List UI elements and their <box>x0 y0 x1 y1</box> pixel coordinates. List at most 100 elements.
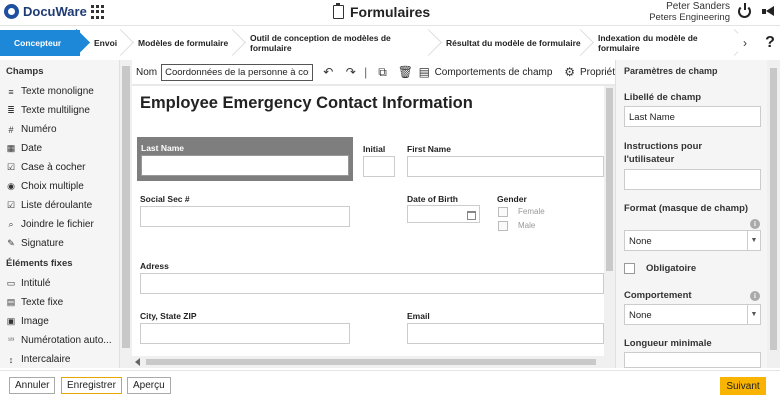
field-label-input[interactable]: Last Name <box>624 106 761 127</box>
fields-item-label: Signature <box>21 238 64 249</box>
scroll-left-icon[interactable] <box>135 358 140 366</box>
text-multi-icon: ≣ <box>7 105 15 115</box>
calendar-icon: ▦ <box>6 143 16 153</box>
properties-button[interactable]: Propriét <box>580 67 615 78</box>
canvas-vertical-scrollbar[interactable] <box>604 86 615 356</box>
fields-item[interactable]: ⌕ Joindre le fichier <box>0 215 119 234</box>
behavior-select[interactable]: None ▼ <box>624 304 761 325</box>
number-icon: # <box>8 124 14 135</box>
step-modeles-formulaire[interactable]: Modèles de formulaire <box>124 30 236 56</box>
fixed-item[interactable]: ▤ Texte fixe <box>0 293 119 312</box>
cancel-button[interactable]: Annuler <box>9 377 56 394</box>
copy-icon[interactable]: ⧉ <box>375 64 390 80</box>
behaviors-icon[interactable]: ▤ <box>417 64 432 80</box>
behaviors-button[interactable]: Comportements de champ <box>435 67 553 78</box>
canvas-horizontal-scrollbar-thumb[interactable] <box>146 359 596 365</box>
behavior-info-icon[interactable]: i <box>750 291 760 301</box>
fields-item-label: Date <box>21 143 43 154</box>
step-indexation-modele[interactable]: Indexation du modèle de formulaire <box>584 30 738 56</box>
fixed-item[interactable]: ▭ Intitulé <box>0 274 119 293</box>
calendar-icon[interactable] <box>467 211 476 220</box>
social-sec-label: Social Sec # <box>140 194 190 204</box>
last-name-label: Last Name <box>141 143 184 153</box>
help-icon[interactable]: ? <box>760 30 780 56</box>
fixed-item[interactable]: ↕ Intercalaire <box>0 350 119 369</box>
fixed-item-label: Image <box>21 316 49 327</box>
behavior-heading: Comportement <box>624 290 692 301</box>
chevron-down-icon[interactable]: ▼ <box>747 231 760 250</box>
fixed-item[interactable]: ¹²³ Numérotation auto... <box>0 331 119 350</box>
steps-more-icon[interactable]: › <box>738 33 752 53</box>
gear-icon[interactable]: ⚙ <box>562 64 577 80</box>
text-single-icon: ≡ <box>8 86 14 97</box>
female-checkbox[interactable] <box>498 207 508 217</box>
delete-icon[interactable]: 🗑 <box>398 64 413 80</box>
fields-item[interactable]: ≡ Texte monoligne <box>0 82 119 101</box>
canvas-vertical-scrollbar-thumb[interactable] <box>606 88 613 271</box>
radio-icon: ◉ <box>7 181 15 191</box>
fields-item[interactable]: ✎ Signature <box>0 234 119 253</box>
settings-scrollbar[interactable] <box>767 60 780 368</box>
fields-item-label: Liste déroulante <box>21 200 93 211</box>
form-title[interactable]: Employee Emergency Contact Information <box>140 94 473 113</box>
selected-field-last-name[interactable]: Last Name <box>137 137 353 181</box>
next-button[interactable]: Suivant <box>720 377 766 395</box>
canvas-horizontal-scrollbar[interactable] <box>132 356 615 368</box>
date-of-birth-input[interactable] <box>407 205 480 223</box>
email-label: Email <box>407 311 430 321</box>
city-state-zip-input[interactable] <box>140 323 350 344</box>
palette-scrollbar-thumb[interactable] <box>122 66 130 348</box>
settings-scrollbar-thumb[interactable] <box>770 68 777 350</box>
fields-item[interactable]: ▦ Date <box>0 139 119 158</box>
format-select-value: None <box>629 236 652 247</box>
image-icon: ▣ <box>6 316 16 326</box>
form-name-input[interactable] <box>161 63 313 81</box>
email-input[interactable] <box>407 323 604 344</box>
fields-item[interactable]: # Numéro <box>0 120 119 139</box>
city-state-zip-label: City, State ZIP <box>140 311 197 321</box>
format-info-icon[interactable]: i <box>750 219 760 229</box>
fields-item-label: Case à cocher <box>21 162 86 173</box>
footer-bar: Annuler Enregistrer Aperçu Suivant <box>0 370 780 400</box>
apps-grid-icon[interactable] <box>91 5 105 19</box>
fixed-item[interactable]: ▣ Image <box>0 312 119 331</box>
step-resultat-modele[interactable]: Résultat du modèle de formulaire <box>432 30 584 56</box>
min-length-input[interactable] <box>624 352 761 368</box>
chevron-down-icon[interactable]: ▼ <box>747 305 760 324</box>
initial-input[interactable] <box>363 156 395 177</box>
palette-scrollbar[interactable] <box>120 60 132 368</box>
first-name-label: First Name <box>407 144 451 154</box>
social-sec-input[interactable] <box>140 206 350 227</box>
megaphone-icon[interactable] <box>762 6 775 17</box>
fields-item[interactable]: ☑ Case à cocher <box>0 158 119 177</box>
user-info[interactable]: Peter Sanders Peters Engineering <box>649 1 730 23</box>
fields-item[interactable]: ◉ Choix multiple <box>0 177 119 196</box>
male-checkbox[interactable] <box>498 221 508 231</box>
field-settings-panel: Paramètres de champ Libellé de champ Las… <box>615 60 767 368</box>
power-icon[interactable] <box>738 3 751 18</box>
form-canvas: Employee Emergency Contact Information L… <box>132 86 604 356</box>
fields-item-label: Numéro <box>21 124 57 135</box>
fields-item[interactable]: ≣ Texte multiligne <box>0 101 119 120</box>
required-checkbox[interactable] <box>624 263 635 274</box>
last-name-input[interactable] <box>141 155 349 176</box>
save-button[interactable]: Enregistrer <box>61 377 122 394</box>
fields-item-label: Choix multiple <box>21 181 84 192</box>
preview-button[interactable]: Aperçu <box>127 377 171 394</box>
instructions-input[interactable] <box>624 169 761 190</box>
docuware-logo[interactable]: DocuWare <box>4 4 87 19</box>
fields-item[interactable]: ☑ Liste déroulante <box>0 196 119 215</box>
initial-label: Initial <box>363 144 386 154</box>
undo-icon[interactable]: ↶ <box>321 64 336 80</box>
redo-icon[interactable]: ↷ <box>344 64 359 80</box>
format-heading: Format (masque de champ) <box>624 203 749 214</box>
address-label: Adress <box>140 261 169 271</box>
field-palette: Champs ≡ Texte monoligne ≣ Texte multiligne… <box>0 60 120 368</box>
address-input[interactable] <box>140 273 604 294</box>
format-select[interactable]: None ▼ <box>624 230 761 251</box>
field-label-heading: Libellé de champ <box>624 92 702 103</box>
date-of-birth-label: Date of Birth <box>407 194 458 204</box>
first-name-input[interactable] <box>407 156 604 177</box>
step-concepteur[interactable]: Concepteur <box>0 30 80 56</box>
step-outil-conception[interactable]: Outil de conception de modèles de formul… <box>236 30 432 56</box>
